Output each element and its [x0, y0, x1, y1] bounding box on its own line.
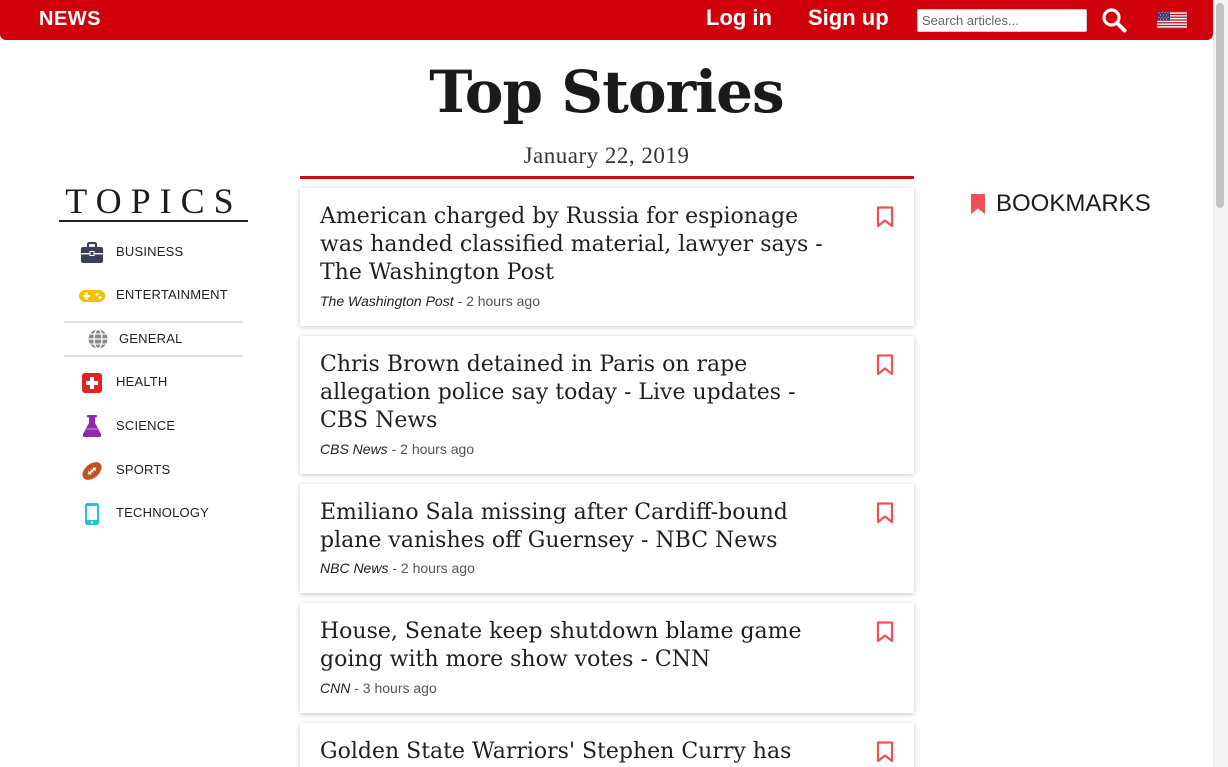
brand-logo[interactable]: NEWS — [39, 8, 101, 31]
article-time: 2 hours ago — [466, 293, 541, 309]
meta-separator: - — [453, 293, 467, 309]
article-source: The Washington Post — [320, 293, 454, 309]
flask-icon — [82, 415, 102, 437]
us-flag-icon[interactable] — [1157, 11, 1187, 29]
signup-link[interactable]: Sign up — [808, 5, 889, 31]
article-meta: CBS News - 2 hours ago — [320, 441, 474, 457]
topic-general[interactable]: GENERAL — [64, 321, 243, 357]
meta-separator: - — [388, 560, 401, 576]
article-title[interactable]: Emiliano Sala missing after Cardiff-boun… — [320, 499, 825, 555]
article-source: CBS News — [320, 441, 388, 457]
article-card[interactable]: Chris Brown detained in Paris on rape al… — [300, 336, 914, 474]
page-date: January 22, 2019 — [523, 143, 690, 168]
topic-sports[interactable]: SPORTS — [64, 452, 243, 488]
football-icon — [82, 462, 102, 480]
article-time: 3 hours ago — [362, 680, 437, 696]
article-title[interactable]: House, Senate keep shutdown blame game g… — [320, 618, 825, 674]
bookmark-outline-icon[interactable] — [876, 621, 894, 643]
article-source: NBC News — [320, 560, 389, 576]
article-source: CNN — [320, 680, 351, 696]
topic-label: SPORTS — [116, 462, 171, 477]
topic-entertainment[interactable]: ENTERTAINMENT — [64, 277, 243, 313]
article-card[interactable]: Emiliano Sala missing after Cardiff-boun… — [300, 484, 914, 593]
briefcase-icon — [81, 242, 103, 263]
article-card[interactable]: American charged by Russia for espionage… — [300, 188, 914, 326]
bookmark-outline-icon[interactable] — [876, 206, 894, 228]
topic-label: GENERAL — [119, 331, 183, 346]
article-time: 2 hours ago — [400, 560, 475, 576]
bookmarks-heading[interactable]: BOOKMARKS — [996, 190, 1151, 218]
bookmark-outline-icon[interactable] — [876, 741, 894, 763]
topic-label: ENTERTAINMENT — [116, 287, 228, 302]
topic-label: HEALTH — [116, 374, 168, 389]
scrollbar-thumb[interactable] — [1216, 3, 1224, 208]
search-icon[interactable] — [1101, 7, 1127, 33]
medical-cross-icon — [82, 373, 102, 393]
gamepad-icon — [79, 290, 105, 302]
article-card[interactable]: Golden State Warriors' Stephen Curry has — [300, 723, 914, 767]
globe-icon — [88, 328, 108, 350]
article-meta: The Washington Post - 2 hours ago — [320, 293, 540, 309]
topic-label: SCIENCE — [116, 418, 176, 433]
bookmark-outline-icon[interactable] — [876, 354, 894, 376]
topics-divider — [59, 220, 248, 222]
article-meta: NBC News - 2 hours ago — [320, 560, 475, 576]
login-link[interactable]: Log in — [706, 5, 772, 31]
article-title[interactable]: American charged by Russia for espionage… — [320, 203, 825, 287]
smartphone-icon — [85, 503, 99, 525]
top-navbar: NEWS Log in Sign up — [0, 0, 1213, 40]
topic-business[interactable]: BUSINESS — [64, 234, 243, 270]
article-meta: CNN - 3 hours ago — [320, 680, 437, 696]
article-time: 2 hours ago — [400, 441, 475, 457]
topics-heading: TOPICS — [65, 181, 243, 221]
search-input[interactable] — [917, 9, 1087, 32]
title-divider — [300, 176, 914, 179]
topic-science[interactable]: SCIENCE — [64, 408, 243, 444]
page-title: Top Stories — [429, 58, 784, 126]
topic-label: BUSINESS — [116, 244, 184, 259]
meta-separator: - — [350, 680, 363, 696]
bookmark-outline-icon[interactable] — [876, 502, 894, 524]
meta-separator: - — [387, 441, 401, 457]
article-title[interactable]: Golden State Warriors' Stephen Curry has — [320, 738, 825, 766]
topic-technology[interactable]: TECHNOLOGY — [64, 495, 243, 531]
article-card[interactable]: House, Senate keep shutdown blame game g… — [300, 603, 914, 713]
article-title[interactable]: Chris Brown detained in Paris on rape al… — [320, 351, 825, 435]
bookmark-icon — [971, 194, 985, 214]
topic-health[interactable]: HEALTH — [64, 364, 243, 400]
topic-label: TECHNOLOGY — [116, 505, 210, 520]
